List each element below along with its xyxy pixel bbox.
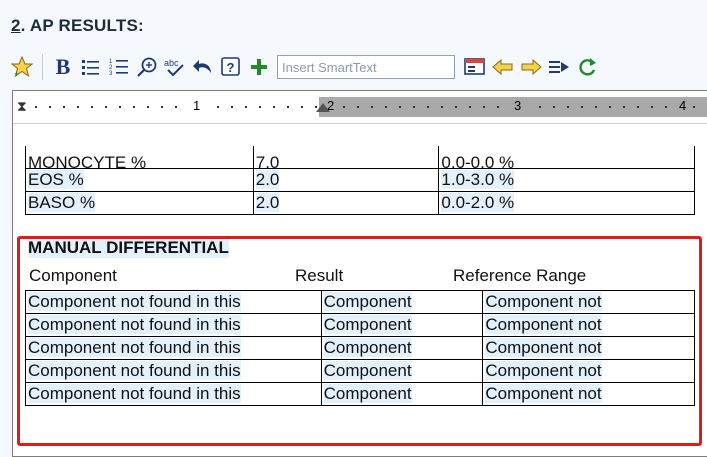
ruler-tick: [119, 106, 121, 108]
ruler-mark: 2: [327, 98, 335, 113]
ruler-mark: 3: [514, 98, 522, 113]
zoom-icon[interactable]: [133, 53, 161, 81]
ruler-tick: [35, 106, 37, 108]
ruler-tick: [595, 106, 597, 108]
help-icon[interactable]: ?: [217, 53, 245, 81]
table-row: EOS % 2.0 1.0-3.0 %: [25, 168, 695, 192]
ruler-tick: [231, 106, 233, 108]
ruler-tick: [161, 106, 163, 108]
arrow-right-icon[interactable]: [517, 53, 545, 81]
ruler-tick: [665, 106, 667, 108]
ruler-tick: [399, 106, 401, 108]
table-cell: BASO %: [28, 193, 96, 212]
ruler-tick: [539, 106, 541, 108]
ruler-mark: 4: [679, 98, 687, 113]
ruler-tick: [581, 106, 583, 108]
ruler-tick: [105, 106, 107, 108]
ruler-tick: [357, 106, 359, 108]
ruler-tick: [301, 106, 303, 108]
smarttext-template-icon[interactable]: [461, 53, 489, 81]
ruler-tick: [637, 106, 639, 108]
ruler-tick: [343, 106, 345, 108]
ruler-tick: [483, 106, 485, 108]
svg-text:+: +: [14, 69, 19, 78]
ruler-margin-area: [319, 97, 707, 117]
ruler-tick: [413, 106, 415, 108]
table-cell: 1.0-3.0 %: [441, 170, 515, 189]
numbered-list-icon[interactable]: 123: [105, 53, 133, 81]
ruler-tick: [63, 106, 65, 108]
ruler-tick: [91, 106, 93, 108]
ruler-tick: [273, 106, 275, 108]
table-row: MONOCYTE % 7.0 0.0-0.0 %: [25, 146, 695, 169]
ruler-tick: [77, 106, 79, 108]
insert-smarttext-input[interactable]: Insert SmartText: [277, 55, 455, 79]
bold-icon[interactable]: B: [49, 53, 77, 81]
ruler-tick: [175, 106, 177, 108]
ruler-tick: [217, 106, 219, 108]
ruler-tick: [651, 106, 653, 108]
svg-text:abc: abc: [164, 58, 179, 68]
ruler-tick: [287, 106, 289, 108]
ruler-mark: 1: [193, 98, 201, 113]
star-icon[interactable]: +: [8, 53, 36, 81]
ruler-tick: [315, 106, 317, 108]
table-cell: 2.0: [255, 193, 280, 212]
ruler-tick: [371, 106, 373, 108]
lab-results-table: MONOCYTE % 7.0 0.0-0.0 % EOS % 2.0 1.0-3…: [25, 146, 695, 215]
ruler-tick: [427, 106, 429, 108]
section-title: 2. AP RESULTS:: [11, 16, 144, 36]
add-icon[interactable]: [245, 53, 273, 81]
ruler-tick: [133, 106, 135, 108]
refresh-icon[interactable]: [573, 53, 601, 81]
spellcheck-icon[interactable]: abc: [161, 53, 189, 81]
ruler-tick: [259, 106, 261, 108]
ruler-tick: [553, 106, 555, 108]
ruler-tick: [469, 106, 471, 108]
highlight-outline: [17, 236, 702, 446]
section-number: 2: [11, 16, 21, 35]
table-row: BASO % 2.0 0.0-2.0 %: [25, 191, 695, 215]
ruler-tick: [441, 106, 443, 108]
ruler-tick: [623, 106, 625, 108]
table-cell: 0.0-0.0 %: [438, 146, 695, 169]
ruler-tick: [609, 106, 611, 108]
ruler[interactable]: ⧗ 1 2 3 4: [13, 91, 707, 124]
editor-toolbar: + B 123 abc ? Insert SmartText: [8, 50, 707, 84]
table-cell: MONOCYTE %: [25, 146, 254, 169]
toolbar-separator: [42, 54, 43, 80]
indent-marker-icon[interactable]: ⧗: [17, 98, 27, 115]
ruler-tick: [385, 106, 387, 108]
svg-text:?: ?: [227, 60, 235, 75]
ruler-tick: [245, 106, 247, 108]
ruler-tick: [147, 106, 149, 108]
bullet-list-icon[interactable]: [77, 53, 105, 81]
table-cell: EOS %: [28, 170, 84, 189]
ruler-tick: [693, 106, 695, 108]
insert-smarttext-placeholder: Insert SmartText: [282, 59, 377, 75]
svg-text:3: 3: [109, 71, 113, 77]
table-cell: 7.0: [252, 146, 440, 169]
section-title-text: . AP RESULTS:: [20, 16, 144, 35]
ruler-tick: [49, 106, 51, 108]
table-cell: 0.0-2.0 %: [441, 193, 515, 212]
arrow-left-icon[interactable]: [489, 53, 517, 81]
ruler-tick: [567, 106, 569, 108]
insert-list-icon[interactable]: [545, 53, 573, 81]
ruler-tick: [497, 106, 499, 108]
table-cell: 2.0: [255, 170, 280, 189]
undo-icon[interactable]: [189, 53, 217, 81]
ruler-tick: [455, 106, 457, 108]
